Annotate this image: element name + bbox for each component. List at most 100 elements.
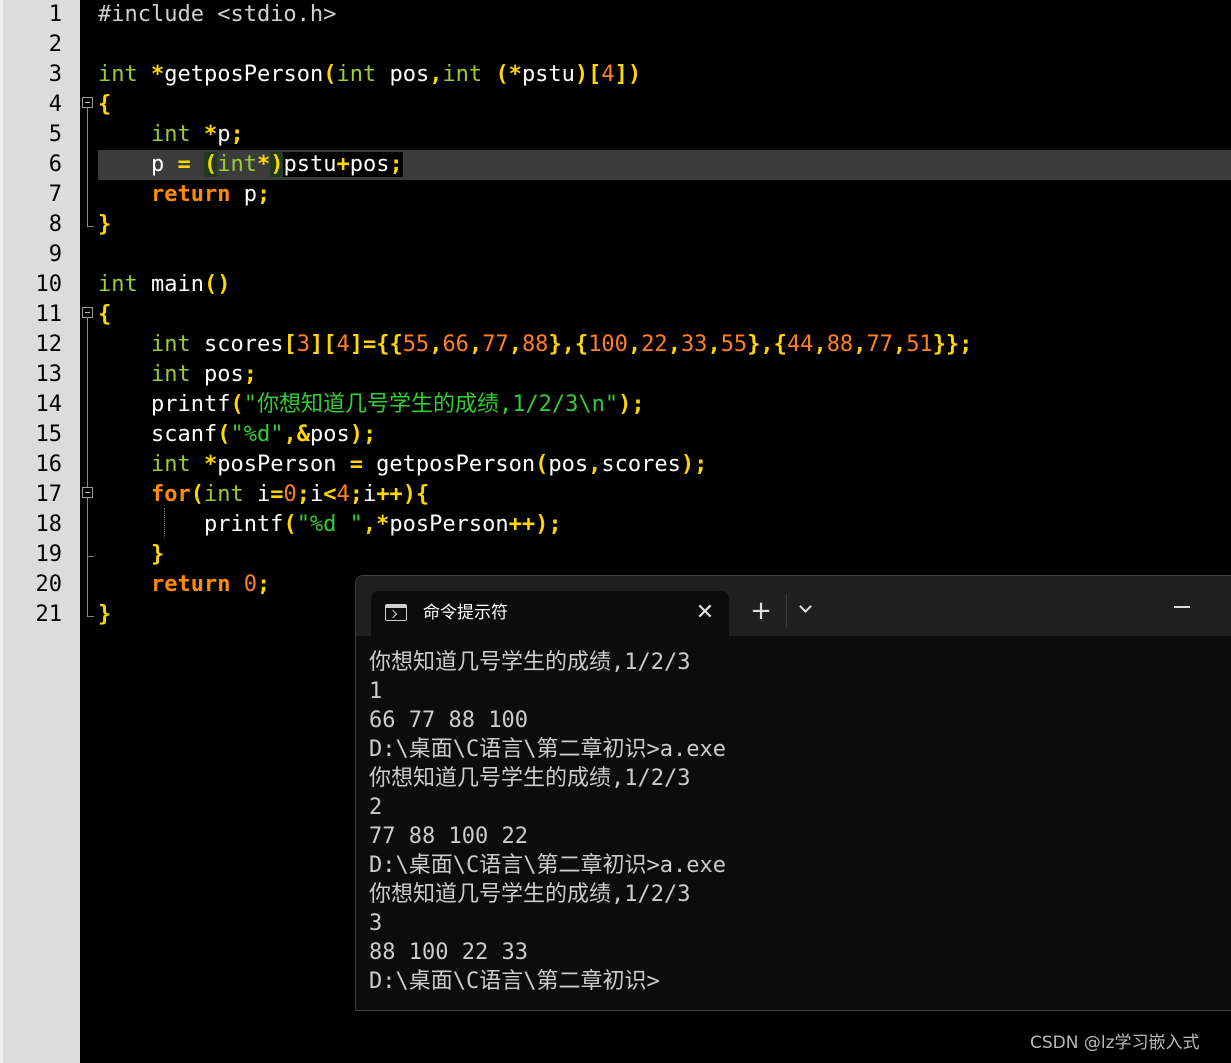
code-line[interactable]: int main() xyxy=(98,270,230,300)
token: ,* xyxy=(362,512,390,537)
token: int xyxy=(98,272,138,297)
line-number: 10 xyxy=(35,272,63,297)
code-line-current[interactable]: p = (int*)pstu+pos; xyxy=(98,150,1231,180)
token: 88 xyxy=(826,332,854,357)
code-line[interactable]: scanf("%d",&pos); xyxy=(98,420,376,450)
terminal-titlebar[interactable]: 命令提示符 ✕ + xyxy=(356,576,1231,636)
token: 77 xyxy=(866,332,893,357)
token: () xyxy=(203,272,231,297)
token: p xyxy=(98,152,178,177)
token: pos xyxy=(548,452,589,477)
fold-end xyxy=(87,616,94,617)
token: 44 xyxy=(786,332,814,357)
code-line[interactable]: int *posPerson = getposPerson(pos,scores… xyxy=(98,450,707,480)
token: 4 xyxy=(336,482,350,507)
token: [ xyxy=(283,332,297,357)
token: , xyxy=(707,332,721,357)
token: ( xyxy=(230,392,244,417)
output-line: 1 xyxy=(369,679,383,704)
terminal-tab[interactable]: 命令提示符 ✕ xyxy=(371,591,729,636)
token: int xyxy=(217,152,257,177)
fold-toggle-icon[interactable] xyxy=(82,487,93,498)
chevron-down-icon[interactable] xyxy=(798,602,812,616)
token: } xyxy=(150,542,165,567)
terminal-output[interactable]: 你想知道几号学生的成绩,1/2/3 1 66 77 88 100 D:\桌面\C… xyxy=(369,648,1209,996)
token: ]={{ xyxy=(349,332,403,357)
token: 33 xyxy=(680,332,708,357)
token: 100 xyxy=(588,332,628,357)
code-line[interactable]: printf("你想知道几号学生的成绩,1/2/3\n"); xyxy=(98,390,645,420)
fold-toggle-icon[interactable] xyxy=(82,307,93,318)
token: 22 xyxy=(641,332,668,357)
token: int xyxy=(336,62,377,87)
code-line[interactable]: printf("%d ",*posPerson++); xyxy=(98,510,562,540)
line-number: 18 xyxy=(35,512,63,537)
code-line[interactable]: int *p; xyxy=(98,120,244,150)
token: , xyxy=(627,332,642,357)
line-number: 3 xyxy=(48,62,62,87)
token: ,& xyxy=(283,422,310,447)
token: i xyxy=(362,482,377,507)
line-number: 14 xyxy=(35,392,63,417)
token: i xyxy=(309,482,324,507)
code-line[interactable]: } xyxy=(98,540,164,570)
code-line[interactable]: int pos; xyxy=(98,360,257,390)
code-line[interactable]: int *getposPerson(int pos,int (*pstu)[4]… xyxy=(98,60,641,90)
output-line: D:\桌面\C语言\第二章初识>a.exe xyxy=(369,737,726,762)
fold-guide xyxy=(87,108,88,226)
code-line[interactable]: return p; xyxy=(98,180,270,210)
token: 4 xyxy=(601,62,615,87)
code-line[interactable]: for(int i=0;i<4;i++){ xyxy=(98,480,429,510)
code-line[interactable]: { xyxy=(98,90,111,120)
token: ( xyxy=(190,482,204,507)
line-number: 20 xyxy=(35,572,63,597)
fold-margin xyxy=(80,0,98,1063)
token: , xyxy=(429,62,443,87)
code-line[interactable]: } xyxy=(98,210,111,240)
line-number: 11 xyxy=(35,302,63,327)
token: , xyxy=(853,332,867,357)
fold-toggle-icon[interactable] xyxy=(82,97,93,108)
token: pos xyxy=(190,362,244,387)
code-line[interactable]: return 0; xyxy=(98,570,270,600)
line-number: 19 xyxy=(35,542,63,567)
token: ; xyxy=(256,572,271,597)
new-tab-button[interactable]: + xyxy=(748,598,774,624)
code-line[interactable]: int scores[3][4]={{55,66,77,88},{100,22,… xyxy=(98,330,972,360)
token: posPerson xyxy=(217,452,350,477)
token: ; xyxy=(389,152,403,177)
token: return xyxy=(150,572,231,597)
string-literal: "%d" xyxy=(230,422,284,447)
command-prompt-window[interactable]: 命令提示符 ✕ + 你想知道几号学生的成绩,1/2/3 1 66 77 88 1… xyxy=(355,575,1231,1011)
code-line[interactable]: #include <stdio.h> xyxy=(98,0,336,30)
token: * xyxy=(203,452,218,477)
line-number: 12 xyxy=(35,332,63,357)
token: * xyxy=(203,122,218,147)
bracket-match: ) xyxy=(270,152,284,177)
token: ++); xyxy=(508,512,562,537)
close-icon[interactable]: ✕ xyxy=(693,601,717,625)
token: 88 xyxy=(521,332,549,357)
token: ; xyxy=(349,482,363,507)
token: p xyxy=(217,122,231,147)
token: 51 xyxy=(906,332,933,357)
token: },{ xyxy=(747,332,787,357)
token: , xyxy=(892,332,907,357)
token: , xyxy=(468,332,483,357)
line-number: 13 xyxy=(35,362,63,387)
output-line: 88 100 22 33 xyxy=(369,940,528,965)
token: ++){ xyxy=(376,482,430,507)
token: 66 xyxy=(442,332,469,357)
token: ; xyxy=(256,182,271,207)
code-line[interactable]: { xyxy=(98,300,111,330)
token: printf xyxy=(98,392,231,417)
token: p xyxy=(230,182,257,207)
minimize-button[interactable] xyxy=(1174,606,1190,608)
code-line[interactable]: } xyxy=(98,600,111,630)
token: ( xyxy=(283,512,297,537)
